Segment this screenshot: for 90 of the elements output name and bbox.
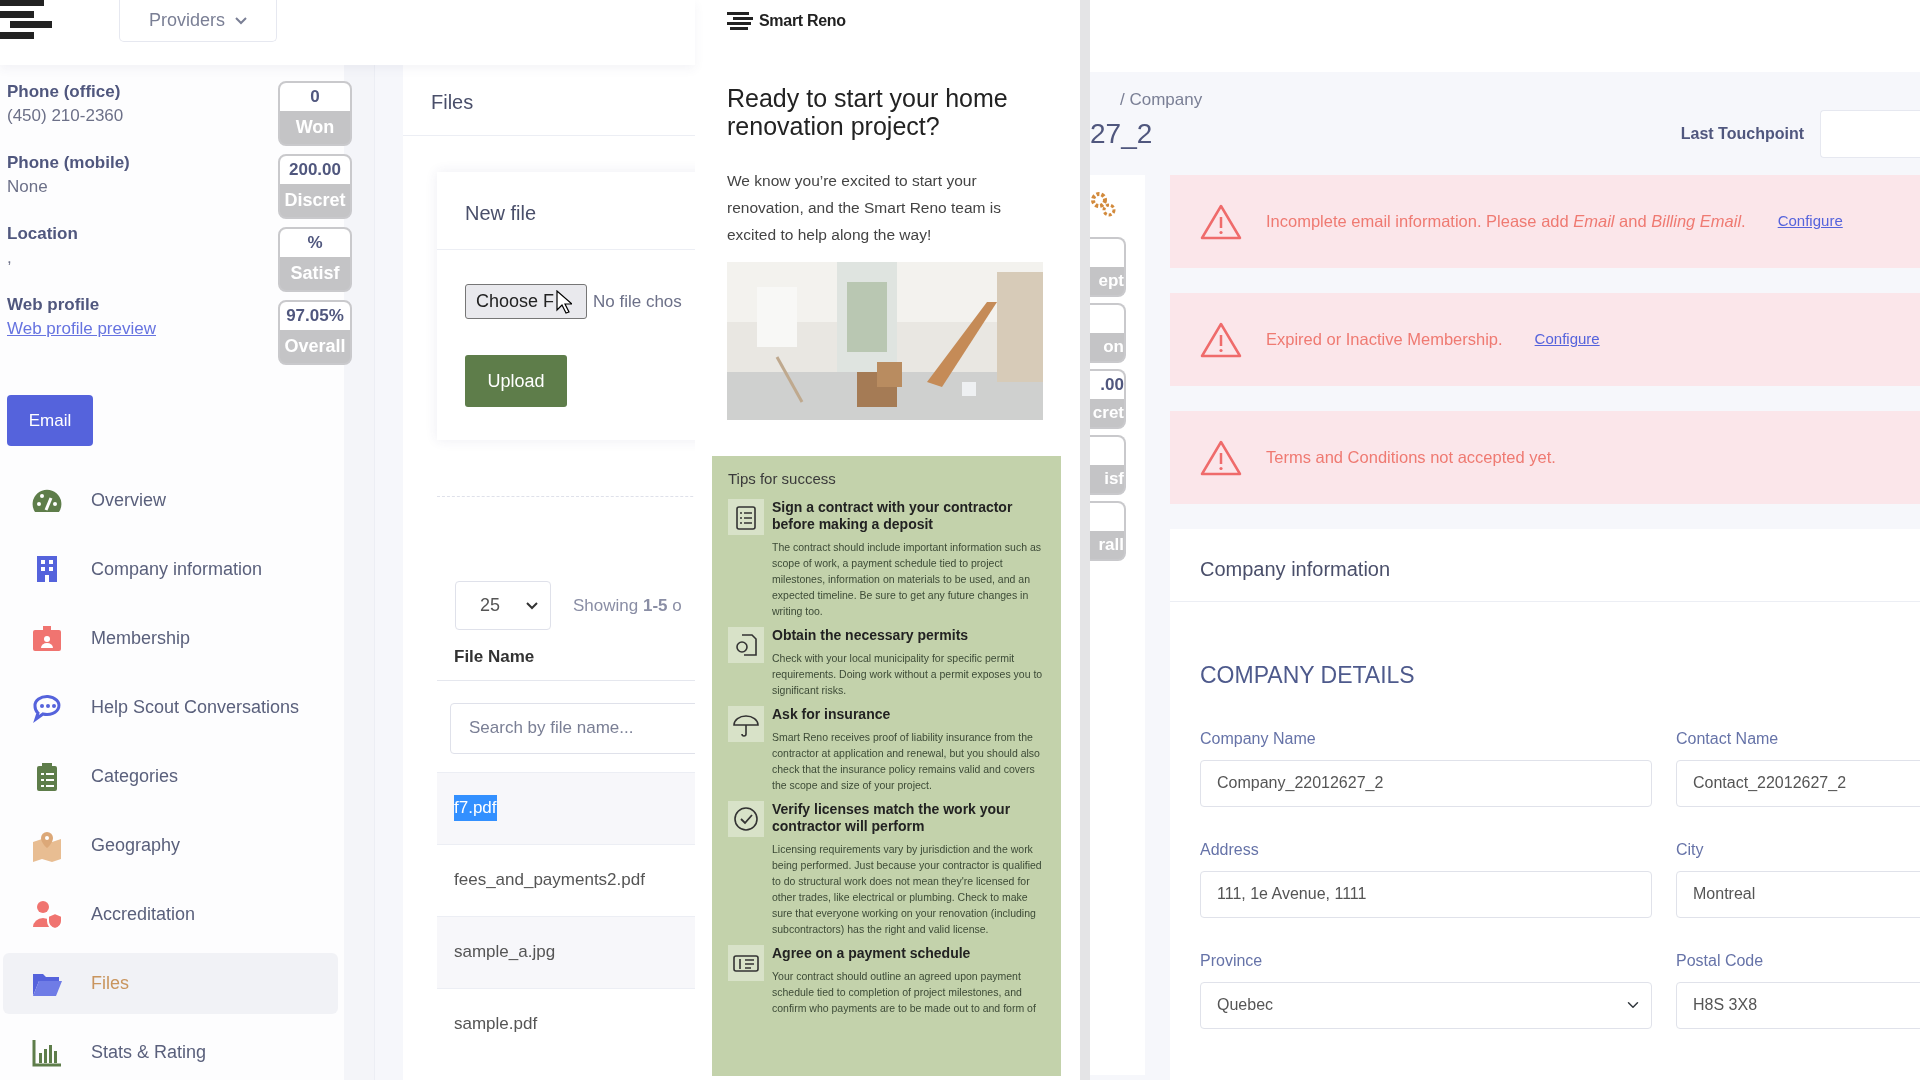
file-name[interactable]: sample.pdf — [454, 1011, 538, 1037]
gauge-icon — [31, 487, 63, 514]
nav-item[interactable]: Overview — [3, 470, 338, 531]
warning-icon — [1200, 439, 1242, 476]
email-button[interactable]: Email — [7, 395, 93, 446]
field-label: Location — [7, 223, 79, 245]
field-label: City — [1676, 839, 1705, 860]
field-label: Province — [1200, 950, 1264, 971]
nav-item[interactable]: Stats & Rating — [3, 1022, 338, 1080]
badge-label: Discret — [283, 189, 347, 212]
badge-label: ept — [1097, 270, 1124, 292]
upload-button[interactable]: Upload — [465, 355, 567, 407]
logo-icon — [727, 11, 753, 31]
text-field[interactable]: Contact_22012627_2 — [1676, 759, 1920, 807]
tip-title: Agree on a payment schedule — [772, 944, 972, 962]
badge-value: 200.00 — [280, 156, 350, 184]
configure-link[interactable]: Configure — [1777, 210, 1843, 233]
province-select[interactable]: Quebec — [1200, 981, 1652, 1029]
badge-label: Satisf — [289, 262, 341, 285]
nav-item[interactable]: Geography — [3, 815, 338, 876]
nav-item[interactable]: Help Scout Conversations — [3, 677, 338, 738]
text-field[interactable]: 111, 1e Avenue, 1111 — [1200, 870, 1652, 918]
tip-title: Obtain the necessary permits — [772, 626, 970, 644]
badge-value: .00 — [1100, 375, 1124, 394]
nav-item[interactable]: Company information — [3, 539, 338, 600]
section-title: COMPANY DETAILS — [1199, 661, 1416, 690]
search-field[interactable]: Search by file name... — [450, 702, 695, 754]
nav-item[interactable]: Membership — [3, 608, 338, 669]
field-label: Contact Name — [1676, 728, 1780, 749]
configure-link[interactable]: Configure — [1534, 328, 1600, 351]
providers-dropdown[interactable]: Providers — [119, 0, 277, 42]
badge-label: Won — [294, 116, 336, 139]
page-title: 27_2 — [1090, 117, 1153, 151]
tip-title: Sign a contract with your contractor before making a deposit — [772, 498, 1014, 533]
badge-label: on — [1102, 336, 1124, 358]
user-shield-icon — [31, 898, 63, 931]
warning-icon — [1200, 203, 1242, 240]
map-pin-icon — [31, 829, 63, 862]
tip-title: Ask for insurance — [772, 705, 892, 723]
chevron-down-icon — [235, 16, 247, 25]
logo-icon[interactable] — [0, 0, 52, 40]
gears-icon — [1090, 191, 1116, 217]
file-name[interactable]: sample_a.jpg — [454, 939, 556, 965]
brand-name: Smart Reno — [759, 11, 846, 31]
text-field[interactable]: Company_22012627_2 — [1200, 759, 1652, 807]
field-label: Postal Code — [1676, 950, 1765, 971]
warning-icon — [1200, 321, 1242, 358]
field-value: (450) 210-2360 — [7, 105, 125, 127]
badge-label: isf — [1103, 468, 1124, 490]
field-label: Address — [1200, 839, 1260, 860]
tip-text: Smart Reno receives proof of liability insurance from the contractor at application and renewal, but you should also check that the insurance policy remains valid and covers the scope and size of your project. — [772, 729, 1041, 793]
nav-item[interactable]: Accreditation — [3, 884, 338, 945]
alert-text: Expired or Inactive Membership. — [1266, 329, 1503, 351]
alert-text: Terms and Conditions not accepted yet. — [1266, 447, 1556, 469]
tips-title: Tips for success — [728, 469, 837, 489]
breadcrumb: / Company — [1120, 90, 1203, 109]
field-label: Last Touchpoint — [1680, 124, 1804, 144]
badge-label: Overall — [283, 335, 347, 358]
flyer-heading: Ready to start your home renovation project? — [727, 84, 1009, 140]
file-status: No file chos — [593, 290, 682, 313]
field-value: , — [7, 247, 13, 269]
badge-value: 0 — [280, 83, 350, 111]
card-title: Company information — [1170, 529, 1920, 602]
alert-text: Incomplete email information. Please add Email and Billing Email. — [1266, 211, 1746, 233]
file-name[interactable]: fees_and_payments2.pdf — [454, 867, 645, 893]
field-label: Phone (mobile) — [7, 152, 131, 174]
field-label: Company Name — [1200, 728, 1317, 749]
profile-link[interactable]: Web profile preview — [7, 316, 156, 342]
choose-file-button[interactable]: Choose F — [465, 284, 587, 319]
pagination-info: Showing 1-5 o — [573, 594, 682, 617]
touchpoint-field[interactable] — [1820, 110, 1920, 158]
badge-value: 97.05% — [280, 302, 350, 330]
pointer-icon — [556, 290, 573, 315]
field-value: None — [7, 176, 49, 198]
text-field[interactable]: H8S 3X8 — [1676, 981, 1920, 1029]
nav-item[interactable]: Categories — [3, 746, 338, 807]
badge-value: % — [280, 229, 350, 257]
tip-text: Licensing requirements vary by jurisdiction and the work being performed. Just because your contractor is qualified to do structural work does not mean they're licensed for other trades, like electrical or plumbing. Check to make sure that everyone working on your renovation (including subcontractors) has the right and valid license. — [772, 841, 1043, 937]
tip-text: Your contract should outline an agreed upon payment schedule tied to completion of project milestones, and confirm who payments are to be made out to and form of — [772, 968, 1037, 1016]
badge-label: rall — [1097, 534, 1124, 556]
chevron-down-icon — [526, 601, 538, 610]
field-label: Web profile — [7, 294, 101, 316]
badge-label: cret — [1091, 402, 1124, 424]
text-field[interactable]: Montreal — [1676, 870, 1920, 918]
page-size-select[interactable]: 25 — [455, 581, 551, 630]
tip-text: The contract should include important information such as scope of work, a payment schedule tied to project milestones, information on materials to be used, and an expected timeline. Be sure to get any future changes in writing too. — [772, 539, 1043, 619]
tip-text: Check with your local municipality for specific permit requirements. Doing work without a permit exposes you to significant risks. — [772, 650, 1044, 698]
field-label: Phone (office) — [7, 81, 122, 103]
tip-title: Verify licenses match the work your contractor will perform — [772, 800, 1012, 835]
flyer-intro: We know you’re excited to start your renovation, and the Smart Reno team is excited to help along the way! — [727, 171, 1002, 245]
